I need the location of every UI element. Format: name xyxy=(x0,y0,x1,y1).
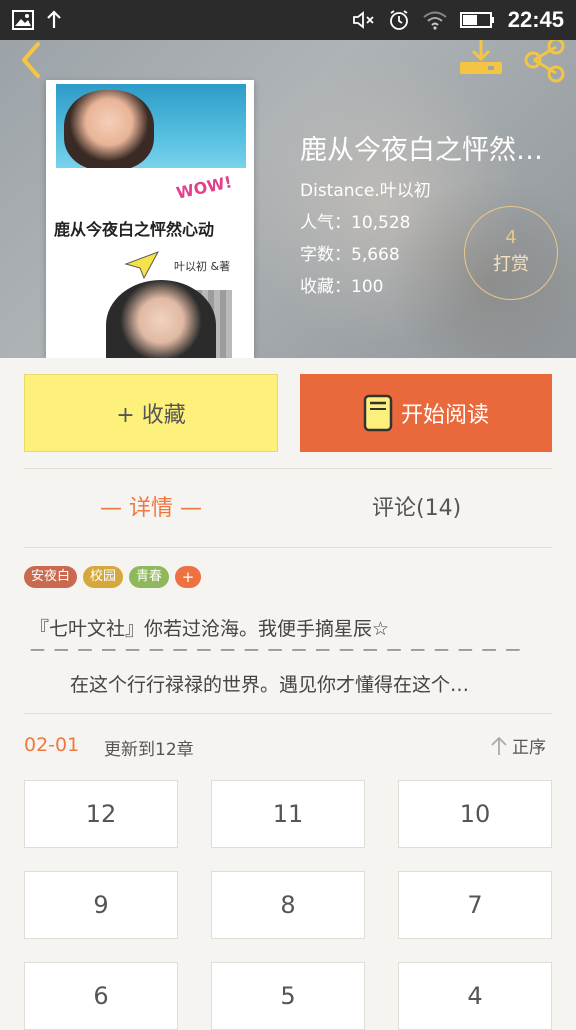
arrow-up-icon xyxy=(491,736,507,755)
tag-youth[interactable]: 青春 xyxy=(129,566,170,588)
image-notification-icon xyxy=(12,10,34,30)
book-icon xyxy=(363,394,393,432)
paper-plane-icon xyxy=(124,251,160,280)
tip-label: 打赏 xyxy=(493,254,529,275)
chapter-button-6[interactable]: 6 xyxy=(24,962,178,1030)
mute-icon xyxy=(352,10,376,30)
tab-comments[interactable]: 评论(14) xyxy=(372,490,461,522)
book-author[interactable]: Distance.叶以初 xyxy=(300,176,431,201)
tag-list: 安夜白 校园 青春 + xyxy=(24,566,202,588)
tab-detail[interactable]: — 详情 — xyxy=(100,490,202,522)
chapter-button-9[interactable]: 9 xyxy=(24,871,178,939)
cover-girl-figure xyxy=(64,90,154,170)
wifi-icon xyxy=(422,10,448,30)
collect-button[interactable]: + 收藏 xyxy=(24,374,278,452)
back-button[interactable] xyxy=(12,40,52,80)
chapter-button-10[interactable]: 10 xyxy=(398,780,552,848)
intro-line-2[interactable]: 在这个行行禄禄的世界。遇见你才懂得在这个… xyxy=(70,670,469,697)
alarm-icon xyxy=(388,9,410,31)
tag-campus[interactable]: 校园 xyxy=(83,566,124,588)
update-date: 02-01 xyxy=(24,734,80,756)
tag-an-ye-bai[interactable]: 安夜白 xyxy=(24,566,78,588)
start-reading-button[interactable]: 开始阅读 xyxy=(300,374,552,452)
divider xyxy=(24,547,552,548)
sort-order-label: 正序 xyxy=(512,738,546,758)
chapter-button-11[interactable]: 11 xyxy=(211,780,365,848)
divider xyxy=(24,713,552,714)
clock-time: 22:45 xyxy=(507,7,564,32)
chapter-button-4[interactable]: 4 xyxy=(398,962,552,1030)
divider xyxy=(24,468,552,469)
tip-count: 4 xyxy=(505,227,517,248)
book-title: 鹿从今夜白之怦然… xyxy=(300,135,543,166)
book-favorites: 收藏：100 xyxy=(300,277,384,297)
start-reading-label: 开始阅读 xyxy=(400,403,489,428)
collect-button-label: + 收藏 xyxy=(116,403,186,428)
cover-author: 叶以初 &著 xyxy=(174,260,231,273)
book-word-count: 字数：5,668 xyxy=(300,245,400,265)
tip-button[interactable]: 4 打赏 xyxy=(464,206,558,300)
chevron-left-icon xyxy=(22,42,40,78)
status-bar: 22:45 xyxy=(0,0,576,40)
add-tag-button[interactable]: + xyxy=(175,566,202,588)
download-icon xyxy=(460,40,502,74)
book-cover[interactable]: WOW! 鹿从今夜白之怦然心动 叶以初 &著 xyxy=(46,80,254,358)
chapter-button-12[interactable]: 12 xyxy=(24,780,178,848)
upload-notification-icon xyxy=(46,10,62,30)
battery-icon xyxy=(459,10,496,30)
cover-title: 鹿从今夜白之怦然心动 xyxy=(54,220,215,239)
intro-line-1: 『七叶文社』你若过沧海。我便手摘星辰☆ xyxy=(30,618,390,640)
sort-order-button[interactable]: 正序 xyxy=(490,733,546,758)
download-button[interactable] xyxy=(456,40,506,80)
chapter-button-8[interactable]: 8 xyxy=(211,871,365,939)
chapter-button-7[interactable]: 7 xyxy=(398,871,552,939)
book-header: WOW! 鹿从今夜白之怦然心动 叶以初 &著 鹿从今夜白之怦然… Distanc… xyxy=(0,40,576,358)
intro-separator: — — — — — — — — — — — — — — — — — — — — … xyxy=(30,640,523,658)
chapter-button-5[interactable]: 5 xyxy=(211,962,365,1030)
book-popularity: 人气：10,528 xyxy=(300,213,411,233)
update-status: 更新到12章 xyxy=(104,740,194,760)
share-button[interactable] xyxy=(520,40,570,84)
share-icon xyxy=(524,40,565,83)
